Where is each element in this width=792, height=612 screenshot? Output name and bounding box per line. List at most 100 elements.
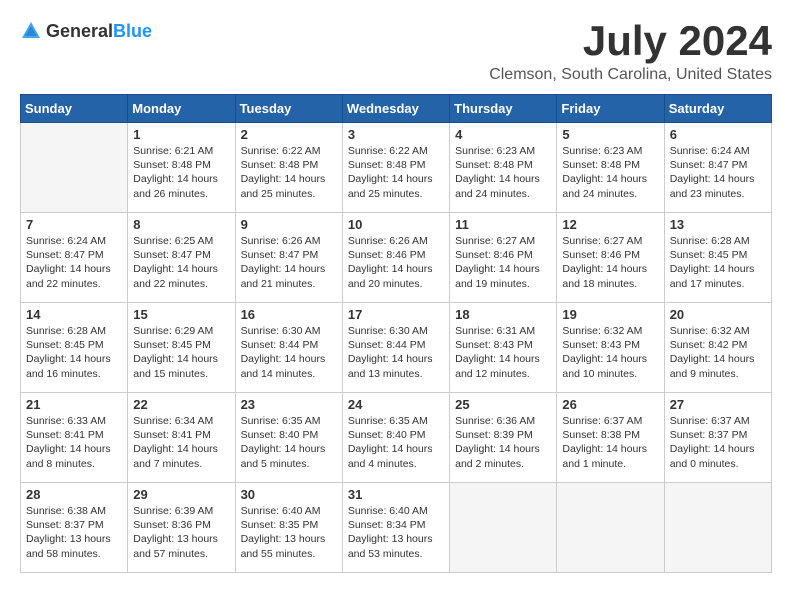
cell-text: Sunrise: 6:22 AM [348, 144, 444, 158]
cell-text: Sunrise: 6:24 AM [26, 234, 122, 248]
logo-blue-text: Blue [113, 21, 152, 41]
cell-text: Sunset: 8:36 PM [133, 518, 229, 532]
calendar-dow-wednesday: Wednesday [342, 95, 449, 123]
day-number: 31 [348, 487, 444, 502]
table-row: 5Sunrise: 6:23 AMSunset: 8:48 PMDaylight… [557, 123, 664, 213]
location-title: Clemson, South Carolina, United States [489, 66, 772, 84]
cell-text: Daylight: 14 hours [455, 352, 551, 366]
table-row: 22Sunrise: 6:34 AMSunset: 8:41 PMDayligh… [128, 393, 235, 483]
cell-text: Daylight: 14 hours [455, 442, 551, 456]
cell-text: Daylight: 14 hours [133, 262, 229, 276]
day-number: 4 [455, 127, 551, 142]
cell-text: Daylight: 14 hours [241, 442, 337, 456]
table-row: 10 Sunrise: 6:26 AMSunset: 8:46 PMDayligh… [342, 213, 449, 303]
cell-text: Daylight: 14 hours [455, 262, 551, 276]
day-number: 2 [241, 127, 337, 142]
day-number: 8 [133, 217, 229, 232]
cell-text: Sunrise: 6:40 AM [348, 504, 444, 518]
cell-text: Daylight: 14 hours [670, 352, 766, 366]
cell-text: and 20 minutes. [348, 277, 444, 291]
cell-text: and 8 minutes. [26, 457, 122, 471]
cell-text: Sunset: 8:46 PM [455, 248, 551, 262]
cell-text: Daylight: 14 hours [241, 352, 337, 366]
cell-text: Sunset: 8:48 PM [348, 158, 444, 172]
day-number: 1 [133, 127, 229, 142]
calendar-dow-friday: Friday [557, 95, 664, 123]
table-row: 11Sunrise: 6:27 AMSunset: 8:46 PMDayligh… [450, 213, 557, 303]
day-number: 10 [348, 217, 444, 232]
cell-text: and 19 minutes. [455, 277, 551, 291]
cell-text: Sunset: 8:48 PM [133, 158, 229, 172]
cell-text: Sunset: 8:46 PM [348, 248, 444, 262]
table-row [21, 123, 128, 213]
cell-text: Daylight: 14 hours [133, 442, 229, 456]
cell-text: Sunrise: 6:38 AM [26, 504, 122, 518]
table-row: 8Sunrise: 6:25 AMSunset: 8:47 PMDaylight… [128, 213, 235, 303]
cell-text: Sunrise: 6:27 AM [562, 234, 658, 248]
table-row: 20Sunrise: 6:32 AMSunset: 8:42 PMDayligh… [664, 303, 771, 393]
cell-text: Sunrise: 6:40 AM [241, 504, 337, 518]
cell-text: Sunrise: 6:37 AM [670, 414, 766, 428]
cell-text: Sunrise: 6:32 AM [562, 324, 658, 338]
cell-text: Daylight: 14 hours [348, 262, 444, 276]
cell-text: and 24 minutes. [562, 187, 658, 201]
cell-text: Sunrise: 6:32 AM [670, 324, 766, 338]
title-section: July 2024 Clemson, South Carolina, Unite… [489, 20, 772, 84]
cell-text: Sunrise: 6:26 AM [241, 234, 337, 248]
cell-text: Daylight: 14 hours [241, 262, 337, 276]
cell-text: Sunset: 8:43 PM [455, 338, 551, 352]
calendar-dow-sunday: Sunday [21, 95, 128, 123]
cell-text: Sunrise: 6:35 AM [348, 414, 444, 428]
cell-text: Daylight: 14 hours [133, 172, 229, 186]
cell-text: Sunset: 8:47 PM [241, 248, 337, 262]
cell-text: Daylight: 14 hours [670, 262, 766, 276]
cell-text: Sunrise: 6:30 AM [348, 324, 444, 338]
table-row: 15Sunrise: 6:29 AMSunset: 8:45 PMDayligh… [128, 303, 235, 393]
cell-text: Sunset: 8:48 PM [455, 158, 551, 172]
cell-text: Daylight: 13 hours [348, 532, 444, 546]
cell-text: Daylight: 14 hours [348, 172, 444, 186]
table-row: 1 Sunrise: 6:21 AMSunset: 8:48 PMDaylight… [128, 123, 235, 213]
cell-text: Sunset: 8:38 PM [562, 428, 658, 442]
cell-text: Sunset: 8:40 PM [241, 428, 337, 442]
day-number: 29 [133, 487, 229, 502]
day-number: 26 [562, 397, 658, 412]
cell-text: Sunset: 8:45 PM [133, 338, 229, 352]
cell-text: Sunrise: 6:21 AM [133, 144, 229, 158]
table-row: 25Sunrise: 6:36 AMSunset: 8:39 PMDayligh… [450, 393, 557, 483]
cell-text: Sunrise: 6:39 AM [133, 504, 229, 518]
cell-text: Daylight: 14 hours [562, 352, 658, 366]
cell-text: Daylight: 14 hours [348, 352, 444, 366]
cell-text: Sunrise: 6:23 AM [562, 144, 658, 158]
calendar-dow-thursday: Thursday [450, 95, 557, 123]
cell-text: and 18 minutes. [562, 277, 658, 291]
cell-text: Sunrise: 6:26 AM [348, 234, 444, 248]
cell-text: Sunset: 8:41 PM [26, 428, 122, 442]
table-row: 31 Sunrise: 6:40 AMSunset: 8:34 PMDayligh… [342, 483, 449, 573]
calendar-dow-tuesday: Tuesday [235, 95, 342, 123]
calendar-dow-monday: Monday [128, 95, 235, 123]
cell-text: Sunset: 8:34 PM [348, 518, 444, 532]
cell-text: and 58 minutes. [26, 547, 122, 561]
page-header: GeneralBlue July 2024 Clemson, South Car… [20, 20, 772, 84]
cell-text: Sunrise: 6:31 AM [455, 324, 551, 338]
cell-text: and 25 minutes. [348, 187, 444, 201]
cell-text: Sunset: 8:40 PM [348, 428, 444, 442]
table-row [664, 483, 771, 573]
day-number: 7 [26, 217, 122, 232]
cell-text: and 24 minutes. [455, 187, 551, 201]
day-number: 30 [241, 487, 337, 502]
table-row [557, 483, 664, 573]
calendar-dow-saturday: Saturday [664, 95, 771, 123]
cell-text: and 21 minutes. [241, 277, 337, 291]
table-row: 9Sunrise: 6:26 AMSunset: 8:47 PMDaylight… [235, 213, 342, 303]
calendar-week-row: 1Sunrise: 6:21 AMSunset: 8:48 PMDaylight… [21, 123, 772, 213]
cell-text: Daylight: 14 hours [26, 442, 122, 456]
cell-text: Daylight: 13 hours [26, 532, 122, 546]
cell-text: Sunset: 8:45 PM [26, 338, 122, 352]
cell-text: Sunset: 8:42 PM [670, 338, 766, 352]
cell-text: and 2 minutes. [455, 457, 551, 471]
cell-text: Daylight: 14 hours [670, 442, 766, 456]
cell-text: Sunrise: 6:22 AM [241, 144, 337, 158]
month-title: July 2024 [489, 20, 772, 62]
